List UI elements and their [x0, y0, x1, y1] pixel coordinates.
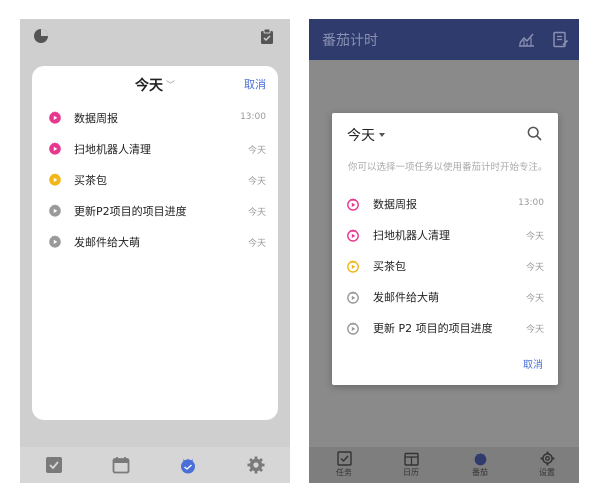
task-name: 买茶包 — [373, 260, 406, 273]
task-time: 13:00 — [240, 112, 266, 122]
tab-label: 设置 — [539, 468, 555, 477]
tomato-icon — [347, 291, 359, 304]
tomato-icon — [347, 322, 359, 335]
cancel-button[interactable]: 取消 — [244, 76, 266, 92]
task-row[interactable]: 数据周报 13:00 — [332, 190, 558, 221]
task-time: 今天 — [247, 177, 266, 187]
sheet-title: 今天 — [134, 78, 163, 94]
tomato-icon — [347, 260, 359, 273]
task-name: 更新P2项目的项目进度 — [74, 205, 187, 218]
task-time: 今天 — [525, 263, 544, 273]
chevron-down-icon: ﹀ — [165, 81, 175, 91]
checkbox-icon[interactable] — [45, 456, 63, 474]
task-row[interactable]: 买茶包 今天 — [332, 252, 558, 283]
gear-icon — [540, 451, 554, 466]
task-row[interactable]: 更新 P2 项目的项目进度 今天 — [332, 314, 558, 345]
tomato-icon — [49, 111, 61, 124]
search-icon[interactable] — [527, 126, 542, 141]
task-list: 数据周报 13:00 扫地机器人清理 今天 买茶包 今天 更新P2项目的项目进度 今天 发邮件给… — [32, 102, 278, 257]
date-filter-dropdown[interactable]: 今天 — [347, 125, 385, 145]
left-top-bar — [20, 19, 290, 53]
tomato-icon — [49, 173, 61, 186]
task-name: 扫地机器人清理 — [373, 229, 450, 242]
tomato-icon — [347, 198, 359, 211]
tomato-icon — [49, 204, 61, 217]
task-name: 数据周报 — [373, 198, 417, 211]
tab-pomodoro[interactable]: 番茄 — [460, 451, 500, 478]
calendar-icon — [403, 452, 419, 466]
statistics-pie-icon[interactable] — [33, 28, 49, 44]
tomato-icon — [49, 142, 61, 155]
task-time: 今天 — [525, 294, 544, 304]
bottom-tab-bar: 任务 日历 番茄 设置 — [309, 447, 579, 483]
sheet-header: 今天 ﹀ 取消 — [32, 66, 278, 102]
clipboard-icon[interactable] — [259, 28, 275, 44]
task-name: 更新 P2 项目的项目进度 — [373, 322, 493, 335]
tomato-icon — [49, 235, 61, 248]
pomodoro-icon[interactable] — [179, 456, 197, 474]
tab-label: 番茄 — [472, 468, 488, 477]
right-phone-screen: 番茄计时 今天 你可以选择一项任务以使用番茄计时开始专注。 数据周报 13:00 扫… — [309, 19, 579, 483]
task-row[interactable]: 更新P2项目的项目进度 今天 — [32, 195, 278, 226]
tab-settings[interactable]: 设置 — [527, 451, 567, 478]
task-row[interactable]: 买茶包 今天 — [32, 164, 278, 195]
edit-note-icon[interactable] — [552, 31, 569, 48]
tab-label: 日历 — [403, 468, 419, 477]
caret-down-icon — [379, 133, 385, 137]
task-row[interactable]: 数据周报 13:00 — [32, 102, 278, 133]
task-time: 今天 — [525, 325, 544, 335]
statistics-chart-icon[interactable] — [518, 31, 535, 48]
task-name: 扫地机器人清理 — [74, 143, 151, 156]
task-picker-sheet: 今天 ﹀ 取消 数据周报 13:00 扫地机器人清理 今天 买茶包 今天 更新P2项目的项目进… — [32, 66, 278, 420]
tab-label: 任务 — [336, 468, 352, 477]
task-picker-dialog: 今天 你可以选择一项任务以使用番茄计时开始专注。 数据周报 13:00 扫地机器人清… — [332, 113, 558, 385]
task-row[interactable]: 发邮件给大萌 今天 — [32, 226, 278, 257]
task-name: 数据周报 — [74, 112, 118, 125]
checkbox-icon — [336, 451, 352, 466]
pomodoro-icon — [474, 453, 486, 466]
dialog-title: 今天 — [347, 128, 375, 144]
app-header: 番茄计时 — [309, 19, 579, 60]
task-time: 今天 — [525, 232, 544, 242]
task-row[interactable]: 扫地机器人清理 今天 — [332, 221, 558, 252]
task-name: 买茶包 — [74, 174, 107, 187]
bottom-tab-bar — [20, 447, 290, 483]
task-row[interactable]: 扫地机器人清理 今天 — [32, 133, 278, 164]
task-row[interactable]: 发邮件给大萌 今天 — [332, 283, 558, 314]
tab-calendar[interactable]: 日历 — [391, 451, 431, 478]
gear-icon[interactable] — [247, 456, 265, 474]
left-phone-screen: 今天 ﹀ 取消 数据周报 13:00 扫地机器人清理 今天 买茶包 今天 更新P2项目的项目进… — [20, 19, 290, 483]
task-name: 发邮件给大萌 — [373, 291, 439, 304]
tomato-icon — [347, 229, 359, 242]
task-name: 发邮件给大萌 — [74, 236, 140, 249]
task-time: 今天 — [247, 146, 266, 156]
cancel-button[interactable]: 取消 — [523, 356, 543, 371]
task-time: 今天 — [247, 208, 266, 218]
app-title: 番茄计时 — [322, 33, 378, 49]
calendar-icon[interactable] — [112, 456, 130, 474]
tab-tasks[interactable]: 任务 — [324, 451, 364, 478]
date-filter-dropdown[interactable]: 今天 ﹀ — [32, 75, 278, 95]
dialog-description: 你可以选择一项任务以使用番茄计时开始专注。 — [348, 162, 548, 173]
task-time: 13:00 — [518, 198, 544, 208]
task-time: 今天 — [247, 239, 266, 249]
